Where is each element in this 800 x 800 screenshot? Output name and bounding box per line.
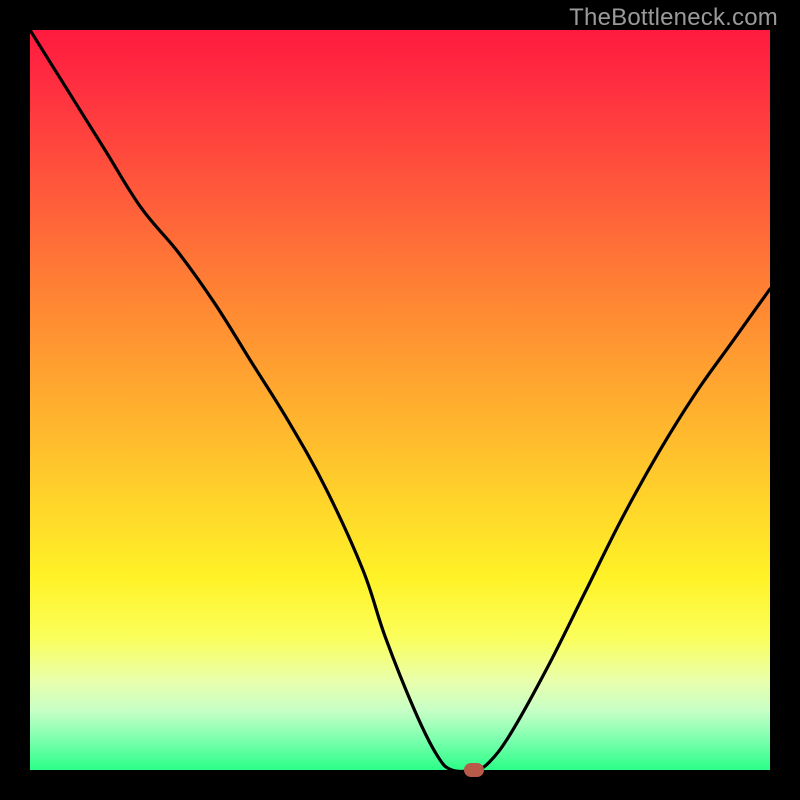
chart-frame: TheBottleneck.com bbox=[0, 0, 800, 800]
bottleneck-curve bbox=[30, 30, 770, 770]
watermark-text: TheBottleneck.com bbox=[569, 4, 778, 32]
plot-area bbox=[30, 30, 770, 770]
optimal-point-marker bbox=[464, 763, 484, 777]
